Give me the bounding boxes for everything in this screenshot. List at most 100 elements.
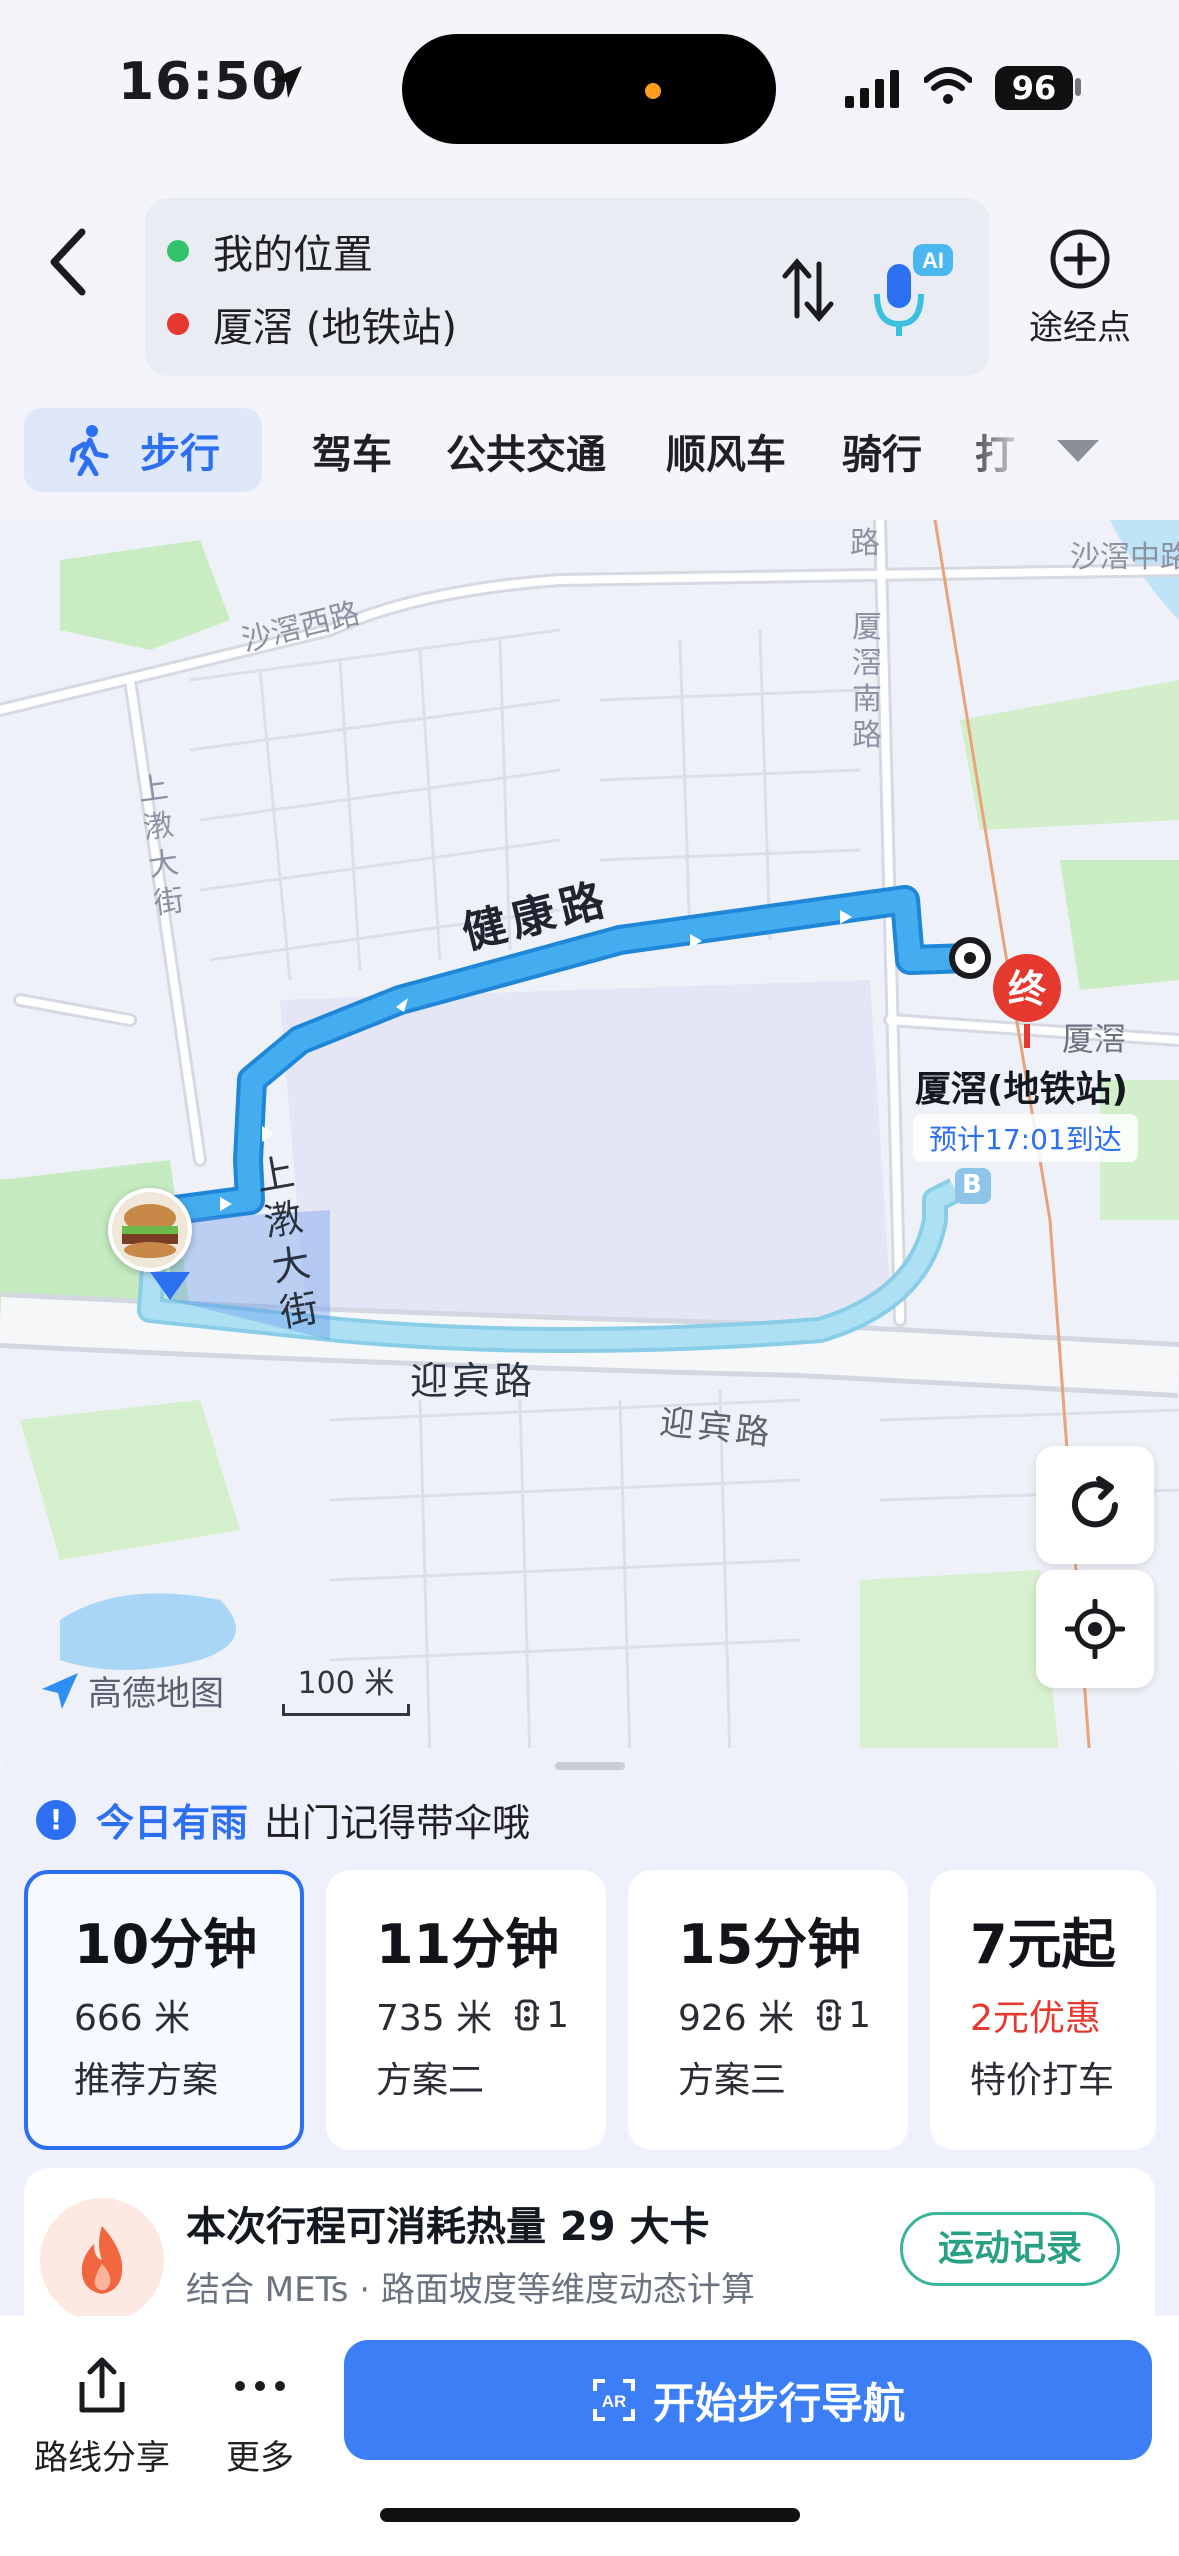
waypoint-label: 途经点: [1029, 308, 1131, 348]
dynamic-island: [402, 34, 776, 144]
plan-distance-text: 735 米: [376, 1998, 493, 2039]
plan-card-1[interactable]: 10分钟 666 米 推荐方案: [24, 1870, 304, 2150]
tab-walk[interactable]: 步行: [24, 408, 262, 492]
route-header: 我的位置 厦滘 (地铁站) AI 途经点: [0, 180, 1179, 400]
plan-time: 11分钟: [376, 1913, 560, 1976]
route-map[interactable]: 沙滘西路 沙滘中路 路 厦滘南路 上漖大街 健康路 上漖大街 迎宾路 迎宾路 终…: [0, 520, 1179, 1760]
ai-voice-icon[interactable]: AI: [873, 238, 957, 338]
battery-tip: [1075, 78, 1081, 96]
status-bar: 16:50 96: [0, 0, 1179, 180]
ar-badge: AR: [602, 2392, 627, 2411]
chevron-down-icon[interactable]: [1055, 436, 1101, 466]
exercise-record-button[interactable]: 运动记录: [900, 2212, 1120, 2286]
calorie-title: 本次行程可消耗热量 29 大卡: [186, 2204, 710, 2250]
taxi-price: 7元起: [970, 1913, 1116, 1976]
battery-indicator: 96: [995, 66, 1073, 110]
tab-drive[interactable]: 驾车: [312, 422, 392, 480]
taxi-name: 特价打车: [970, 2060, 1115, 2101]
location-arrow-icon: [270, 66, 302, 98]
taxi-plan-card[interactable]: 7元起 2元优惠 特价打车: [930, 1870, 1156, 2150]
scale-text: 100 米: [297, 1666, 395, 1701]
flame-icon-wrap: [40, 2198, 164, 2322]
route-input-card: 我的位置 厦滘 (地铁站) AI: [145, 198, 990, 376]
locate-icon: [1065, 1599, 1125, 1659]
notice-strong: 今日有雨: [96, 1801, 249, 1845]
destination-marker-icon: 终: [993, 954, 1061, 1048]
ai-badge: AI: [922, 248, 944, 273]
home-indicator: [380, 2508, 800, 2522]
plan-name: 方案三: [678, 2060, 787, 2101]
end-marker-text: 终: [1008, 967, 1047, 1011]
road-label-top: 路: [850, 526, 880, 561]
map-logo: 高德地图: [40, 1666, 224, 1715]
scale-bar: [282, 1704, 410, 1716]
road-label-xiajiao-south: 厦滘南路: [852, 610, 882, 753]
start-walk-navigation-button[interactable]: AR 开始步行导航: [344, 2340, 1152, 2460]
plan-distance-text: 926 米: [678, 1998, 795, 2039]
traffic-light-icon: [515, 1999, 540, 2031]
drag-handle[interactable]: [555, 1762, 625, 1770]
share-icon: [79, 2357, 125, 2413]
navigate-label: 开始步行导航: [652, 2378, 905, 2428]
plan-distance: 926 米 1: [678, 1989, 908, 2041]
wifi-icon: [924, 67, 972, 104]
ar-icon: AR: [592, 2379, 635, 2421]
plan-time: 15分钟: [678, 1913, 862, 1976]
share-route-button[interactable]: 路线分享: [34, 2356, 170, 2479]
exit-b-label: B: [962, 1170, 982, 1200]
more-dots-icon: [235, 2381, 285, 2391]
plan-name: 方案二: [376, 2060, 485, 2101]
destination-field[interactable]: 厦滘 (地铁站): [167, 294, 457, 354]
origin-dot-icon: [167, 240, 189, 262]
travel-mode-tabs: 步行 驾车 公共交通 顺风车 骑行 打: [0, 400, 1179, 520]
plan-card-3[interactable]: 15分钟 926 米 1 方案三: [628, 1870, 908, 2150]
plan-distance: 735 米 1: [376, 1989, 606, 2041]
calorie-subtitle: 结合 METs · 路面坡度等维度动态计算: [186, 2270, 755, 2310]
plan-distance: 666 米: [74, 1989, 300, 2041]
eta-label: 预计17:01到达: [913, 1114, 1138, 1162]
weather-notice: ! 今日有雨 出门记得带伞哦: [36, 1792, 530, 1847]
route-sheet: ! 今日有雨 出门记得带伞哦 10分钟 666 米 推荐方案 11分钟 735 …: [0, 1748, 1179, 2556]
tab-carpool[interactable]: 顺风车: [666, 422, 786, 480]
user-avatar[interactable]: [108, 1188, 192, 1272]
share-label: 路线分享: [34, 2438, 170, 2478]
plan-lights: 1: [848, 1994, 872, 2036]
cellular-signal-icon: [845, 70, 899, 108]
swap-icon[interactable]: [773, 250, 843, 330]
destination-map-label[interactable]: 厦滘(地铁站): [915, 1060, 1128, 1112]
map-scale: 100 米: [282, 1658, 410, 1716]
back-icon[interactable]: [40, 222, 100, 302]
more-label: 更多: [226, 2438, 294, 2478]
burger-avatar-icon: [112, 1192, 188, 1268]
route-plans: 10分钟 666 米 推荐方案 11分钟 735 米 1 方案二 15分钟 92…: [24, 1870, 1179, 2150]
destination-sub-label: 厦滘: [1062, 1020, 1127, 1058]
plan-card-2[interactable]: 11分钟 735 米 1 方案二: [326, 1870, 606, 2150]
traffic-light-icon: [817, 1999, 842, 2031]
tab-transit[interactable]: 公共交通: [446, 422, 606, 480]
notice-text: 出门记得带伞哦: [264, 1801, 531, 1845]
plan-name: 推荐方案: [74, 2060, 219, 2101]
tab-bike[interactable]: 骑行: [842, 422, 922, 480]
locate-button[interactable]: [1036, 1570, 1154, 1688]
info-icon: !: [36, 1799, 76, 1840]
walking-icon: [69, 425, 109, 476]
heading-arrow-icon: [150, 1272, 190, 1300]
plan-time: 10分钟: [74, 1913, 258, 1976]
status-time: 16:50: [118, 52, 289, 112]
road-label-shajiao-middle: 沙滘中路: [1070, 540, 1179, 575]
flame-icon: [81, 2226, 123, 2294]
road-label-yingbin-route: 迎宾路: [410, 1359, 537, 1403]
tab-walk-label: 步行: [140, 431, 220, 477]
destination-text: 厦滘 (地铁站): [213, 305, 457, 351]
destination-dot-icon: [167, 313, 189, 335]
plan-distance-text: 666 米: [74, 1998, 191, 2039]
plan-lights: 1: [546, 1994, 570, 2036]
more-button[interactable]: 更多: [210, 2356, 310, 2479]
add-waypoint-button[interactable]: 途经点: [1015, 228, 1145, 358]
refresh-button[interactable]: [1036, 1446, 1154, 1564]
origin-field[interactable]: 我的位置: [167, 221, 373, 281]
amap-logo-icon: [42, 1672, 78, 1709]
tabs-fade: [960, 410, 1040, 490]
taxi-promo: 2元优惠: [970, 1998, 1101, 2039]
privacy-indicator: [645, 83, 661, 99]
